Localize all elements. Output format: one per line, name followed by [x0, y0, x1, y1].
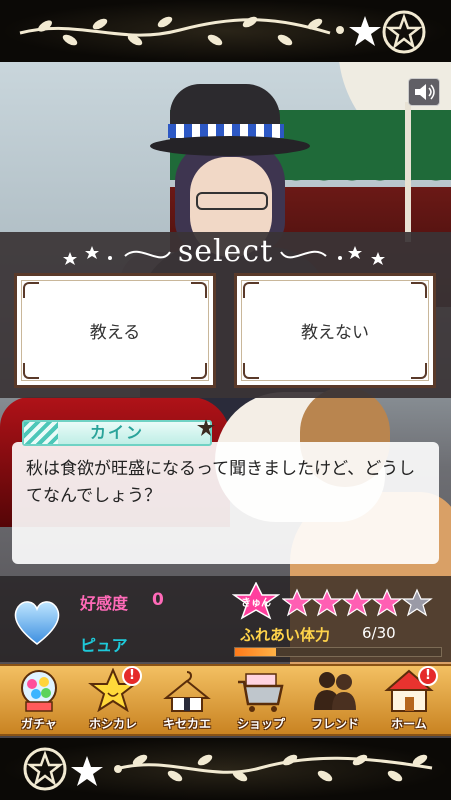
nav-label: ホーム — [391, 717, 427, 731]
name-tag-stripes — [24, 422, 58, 444]
nav-home[interactable]: ! ホーム — [374, 666, 444, 736]
character-hat-brim — [150, 136, 310, 156]
nav-label: キセカエ — [162, 717, 211, 731]
nav-label: ホシカレ — [88, 717, 137, 731]
dialogue-box[interactable]: 秋は食欲が旺盛になるって聞きましたけど、どうしてなんでしょう？ — [12, 442, 439, 564]
star-icon — [197, 419, 215, 436]
choice-label: 教える — [89, 323, 141, 343]
star-filled-icon — [282, 588, 313, 617]
star-circle-icon[interactable] — [381, 9, 427, 55]
nav-label: フレンド — [310, 717, 359, 731]
choice-label: 教えない — [301, 323, 369, 343]
star-filled-icon — [341, 588, 373, 617]
stamina-value: 6/30 — [362, 624, 396, 642]
stamina-label: ふれあい体力 — [240, 626, 331, 644]
star-icon — [349, 16, 381, 46]
frame-corner — [23, 363, 39, 379]
stamina-bar — [234, 647, 442, 657]
hanger-icon — [163, 671, 211, 712]
affinity-label: 好感度 — [80, 594, 129, 613]
nav-label: ショップ — [236, 717, 285, 731]
select-title: select — [177, 234, 274, 269]
character-glasses — [196, 192, 268, 210]
umbrella-pole — [405, 102, 411, 242]
volume-button[interactable] — [408, 78, 440, 106]
frame-corner — [243, 282, 259, 298]
kyun-label: きゅん — [241, 597, 271, 609]
speaker-name: カイン — [89, 423, 144, 442]
kyun-star-rating — [282, 588, 433, 617]
cart-icon — [238, 673, 284, 712]
frame-corner — [191, 282, 207, 298]
frame-corner — [243, 363, 259, 379]
star-empty-icon — [401, 588, 433, 617]
nav-shop[interactable]: ショップ — [226, 666, 296, 736]
top-frame — [0, 0, 451, 62]
frame-corner — [411, 363, 427, 379]
notification-badge: ! — [418, 666, 438, 686]
heart-type-label: ピュア — [80, 636, 128, 655]
speaker-icon — [415, 84, 435, 100]
choice-teach-button[interactable]: 教える — [14, 273, 216, 388]
gachapon-icon — [21, 670, 57, 712]
notification-badge: ! — [122, 666, 142, 686]
choice-dont-teach-button[interactable]: 教えない — [234, 273, 436, 388]
nav-label: ガチャ — [21, 717, 57, 731]
nav-hoshikare[interactable]: ! ホシカレ — [78, 666, 148, 736]
frame-corner — [191, 363, 207, 379]
star-filled-icon — [371, 588, 403, 617]
dialogue-text: 秋は食欲が旺盛になるって聞きましたけど、どうしてなんでしょう？ — [26, 459, 416, 506]
nav-gacha[interactable]: ガチャ — [4, 666, 74, 736]
friends-icon — [314, 672, 356, 710]
nav-kisekae[interactable]: キセカエ — [152, 666, 222, 736]
heart-icon — [14, 601, 60, 645]
nav-friend[interactable]: フレンド — [300, 666, 370, 736]
frame-corner — [23, 282, 39, 298]
bottom-frame — [0, 738, 451, 800]
vine-ornament-bottom — [114, 754, 433, 782]
affinity-value: 0 — [152, 590, 164, 610]
frame-corner — [411, 282, 427, 298]
stamina-fill — [235, 648, 277, 656]
kyun-badge: きゅん — [232, 582, 280, 620]
star-filled-icon — [311, 588, 343, 617]
